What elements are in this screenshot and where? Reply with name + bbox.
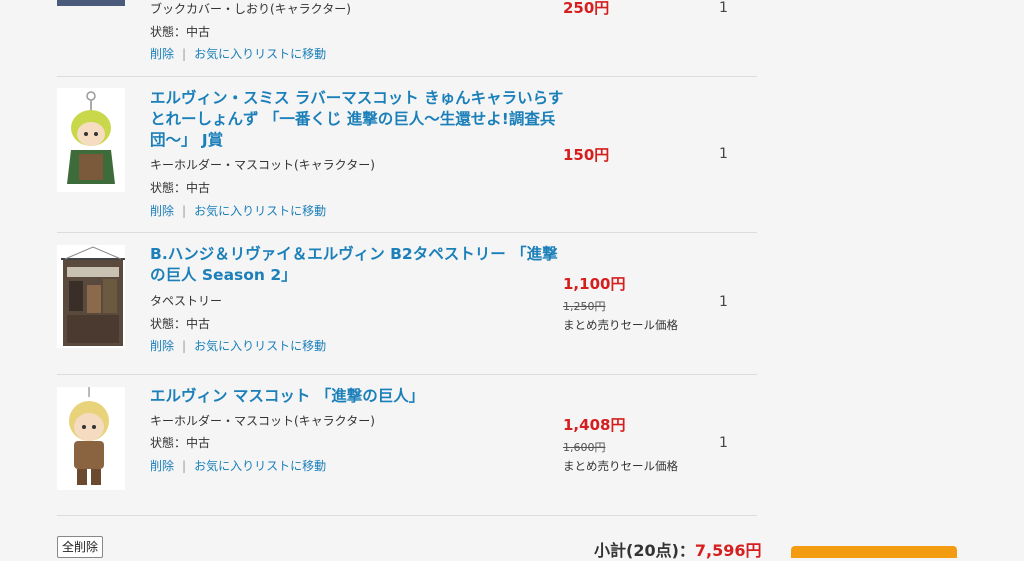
item-condition: 状態：中古 bbox=[150, 181, 211, 195]
separator: | bbox=[182, 339, 187, 353]
item-condition: 状態：中古 bbox=[150, 317, 211, 331]
item-title-link[interactable]: B.ハンジ＆リヴァイ＆エルヴィン B2タペストリー 「進撃の巨人 Season … bbox=[150, 244, 565, 286]
move-to-favorites-link[interactable]: お気に入りリストに移動 bbox=[194, 47, 326, 61]
subtotal-amount: 7,596円 bbox=[694, 541, 762, 560]
delete-link[interactable]: 削除 bbox=[150, 459, 174, 473]
item-condition: 状態：中古 bbox=[150, 25, 211, 39]
plush-mascot-image bbox=[69, 387, 109, 485]
delete-link[interactable]: 削除 bbox=[150, 47, 174, 61]
item-condition: 状態：中古 bbox=[150, 436, 211, 450]
move-to-favorites-link[interactable]: お気に入りリストに移動 bbox=[194, 204, 326, 218]
divider bbox=[57, 515, 757, 516]
item-category: ブックカバー・しおり(キャラクター) bbox=[150, 2, 351, 16]
item-price: 1,100円 bbox=[563, 275, 626, 293]
checkout-button[interactable] bbox=[791, 546, 957, 558]
item-title-link[interactable]: エルヴィン・スミス ラバーマスコット きゅんキャラいらすとれーしょんず 「一番く… bbox=[150, 88, 565, 151]
item-original-price: 1,250円 bbox=[563, 300, 606, 313]
item-thumbnail[interactable] bbox=[57, 245, 125, 348]
cart-page: ブックカバー・しおり(キャラクター) 状態：中古 削除 | お気に入りリストに移動 … bbox=[0, 0, 1024, 560]
item-thumbnail[interactable] bbox=[57, 88, 125, 192]
item-actions: 削除 | お気に入りリストに移動 bbox=[150, 457, 326, 474]
item-actions: 削除 | お気に入りリストに移動 bbox=[150, 45, 326, 62]
item-quantity[interactable]: 1 bbox=[719, 0, 728, 16]
item-actions: 削除 | お気に入りリストに移動 bbox=[150, 337, 326, 354]
item-category: キーホルダー・マスコット(キャラクター) bbox=[150, 414, 375, 428]
item-quantity[interactable]: 1 bbox=[719, 294, 728, 310]
tapestry-image bbox=[61, 246, 125, 346]
rubber-mascot-image bbox=[67, 91, 115, 184]
delete-all-button[interactable]: 全削除 bbox=[57, 536, 104, 558]
cart-item: エルヴィン マスコット 「進撃の巨人」 キーホルダー・マスコット(キャラクター)… bbox=[57, 375, 757, 515]
item-quantity[interactable]: 1 bbox=[719, 435, 728, 451]
item-price-note: まとめ売りセール価格 bbox=[563, 459, 678, 473]
delete-link[interactable]: 削除 bbox=[150, 204, 174, 218]
move-to-favorites-link[interactable]: お気に入りリストに移動 bbox=[194, 459, 326, 473]
item-price-note: まとめ売りセール価格 bbox=[563, 318, 678, 332]
item-price: 1,408円 bbox=[563, 416, 626, 434]
delete-link[interactable]: 削除 bbox=[150, 339, 174, 353]
cart-item: B.ハンジ＆リヴァイ＆エルヴィン B2タペストリー 「進撃の巨人 Season … bbox=[57, 233, 757, 374]
separator: | bbox=[182, 47, 187, 61]
item-category: タペストリー bbox=[150, 294, 223, 308]
cart-item: エルヴィン・スミス ラバーマスコット きゅんキャラいらすとれーしょんず 「一番く… bbox=[57, 77, 757, 232]
move-to-favorites-link[interactable]: お気に入りリストに移動 bbox=[194, 339, 326, 353]
item-quantity[interactable]: 1 bbox=[719, 146, 728, 162]
item-actions: 削除 | お気に入りリストに移動 bbox=[150, 202, 326, 219]
item-title-link[interactable]: エルヴィン マスコット 「進撃の巨人」 bbox=[150, 386, 565, 407]
item-thumbnail[interactable] bbox=[57, 0, 125, 6]
item-category: キーホルダー・マスコット(キャラクター) bbox=[150, 158, 375, 172]
subtotal: 小計(20点)：7,596円 bbox=[594, 537, 762, 561]
item-original-price: 1,600円 bbox=[563, 441, 606, 454]
item-price: 150円 bbox=[563, 146, 610, 164]
separator: | bbox=[182, 459, 187, 473]
separator: | bbox=[182, 204, 187, 218]
item-thumbnail[interactable] bbox=[57, 387, 125, 490]
item-price: 250円 bbox=[563, 0, 610, 17]
cart-item: ブックカバー・しおり(キャラクター) 状態：中古 削除 | お気に入りリストに移動 … bbox=[57, 0, 757, 76]
subtotal-label: 小計(20点)： bbox=[594, 541, 695, 560]
